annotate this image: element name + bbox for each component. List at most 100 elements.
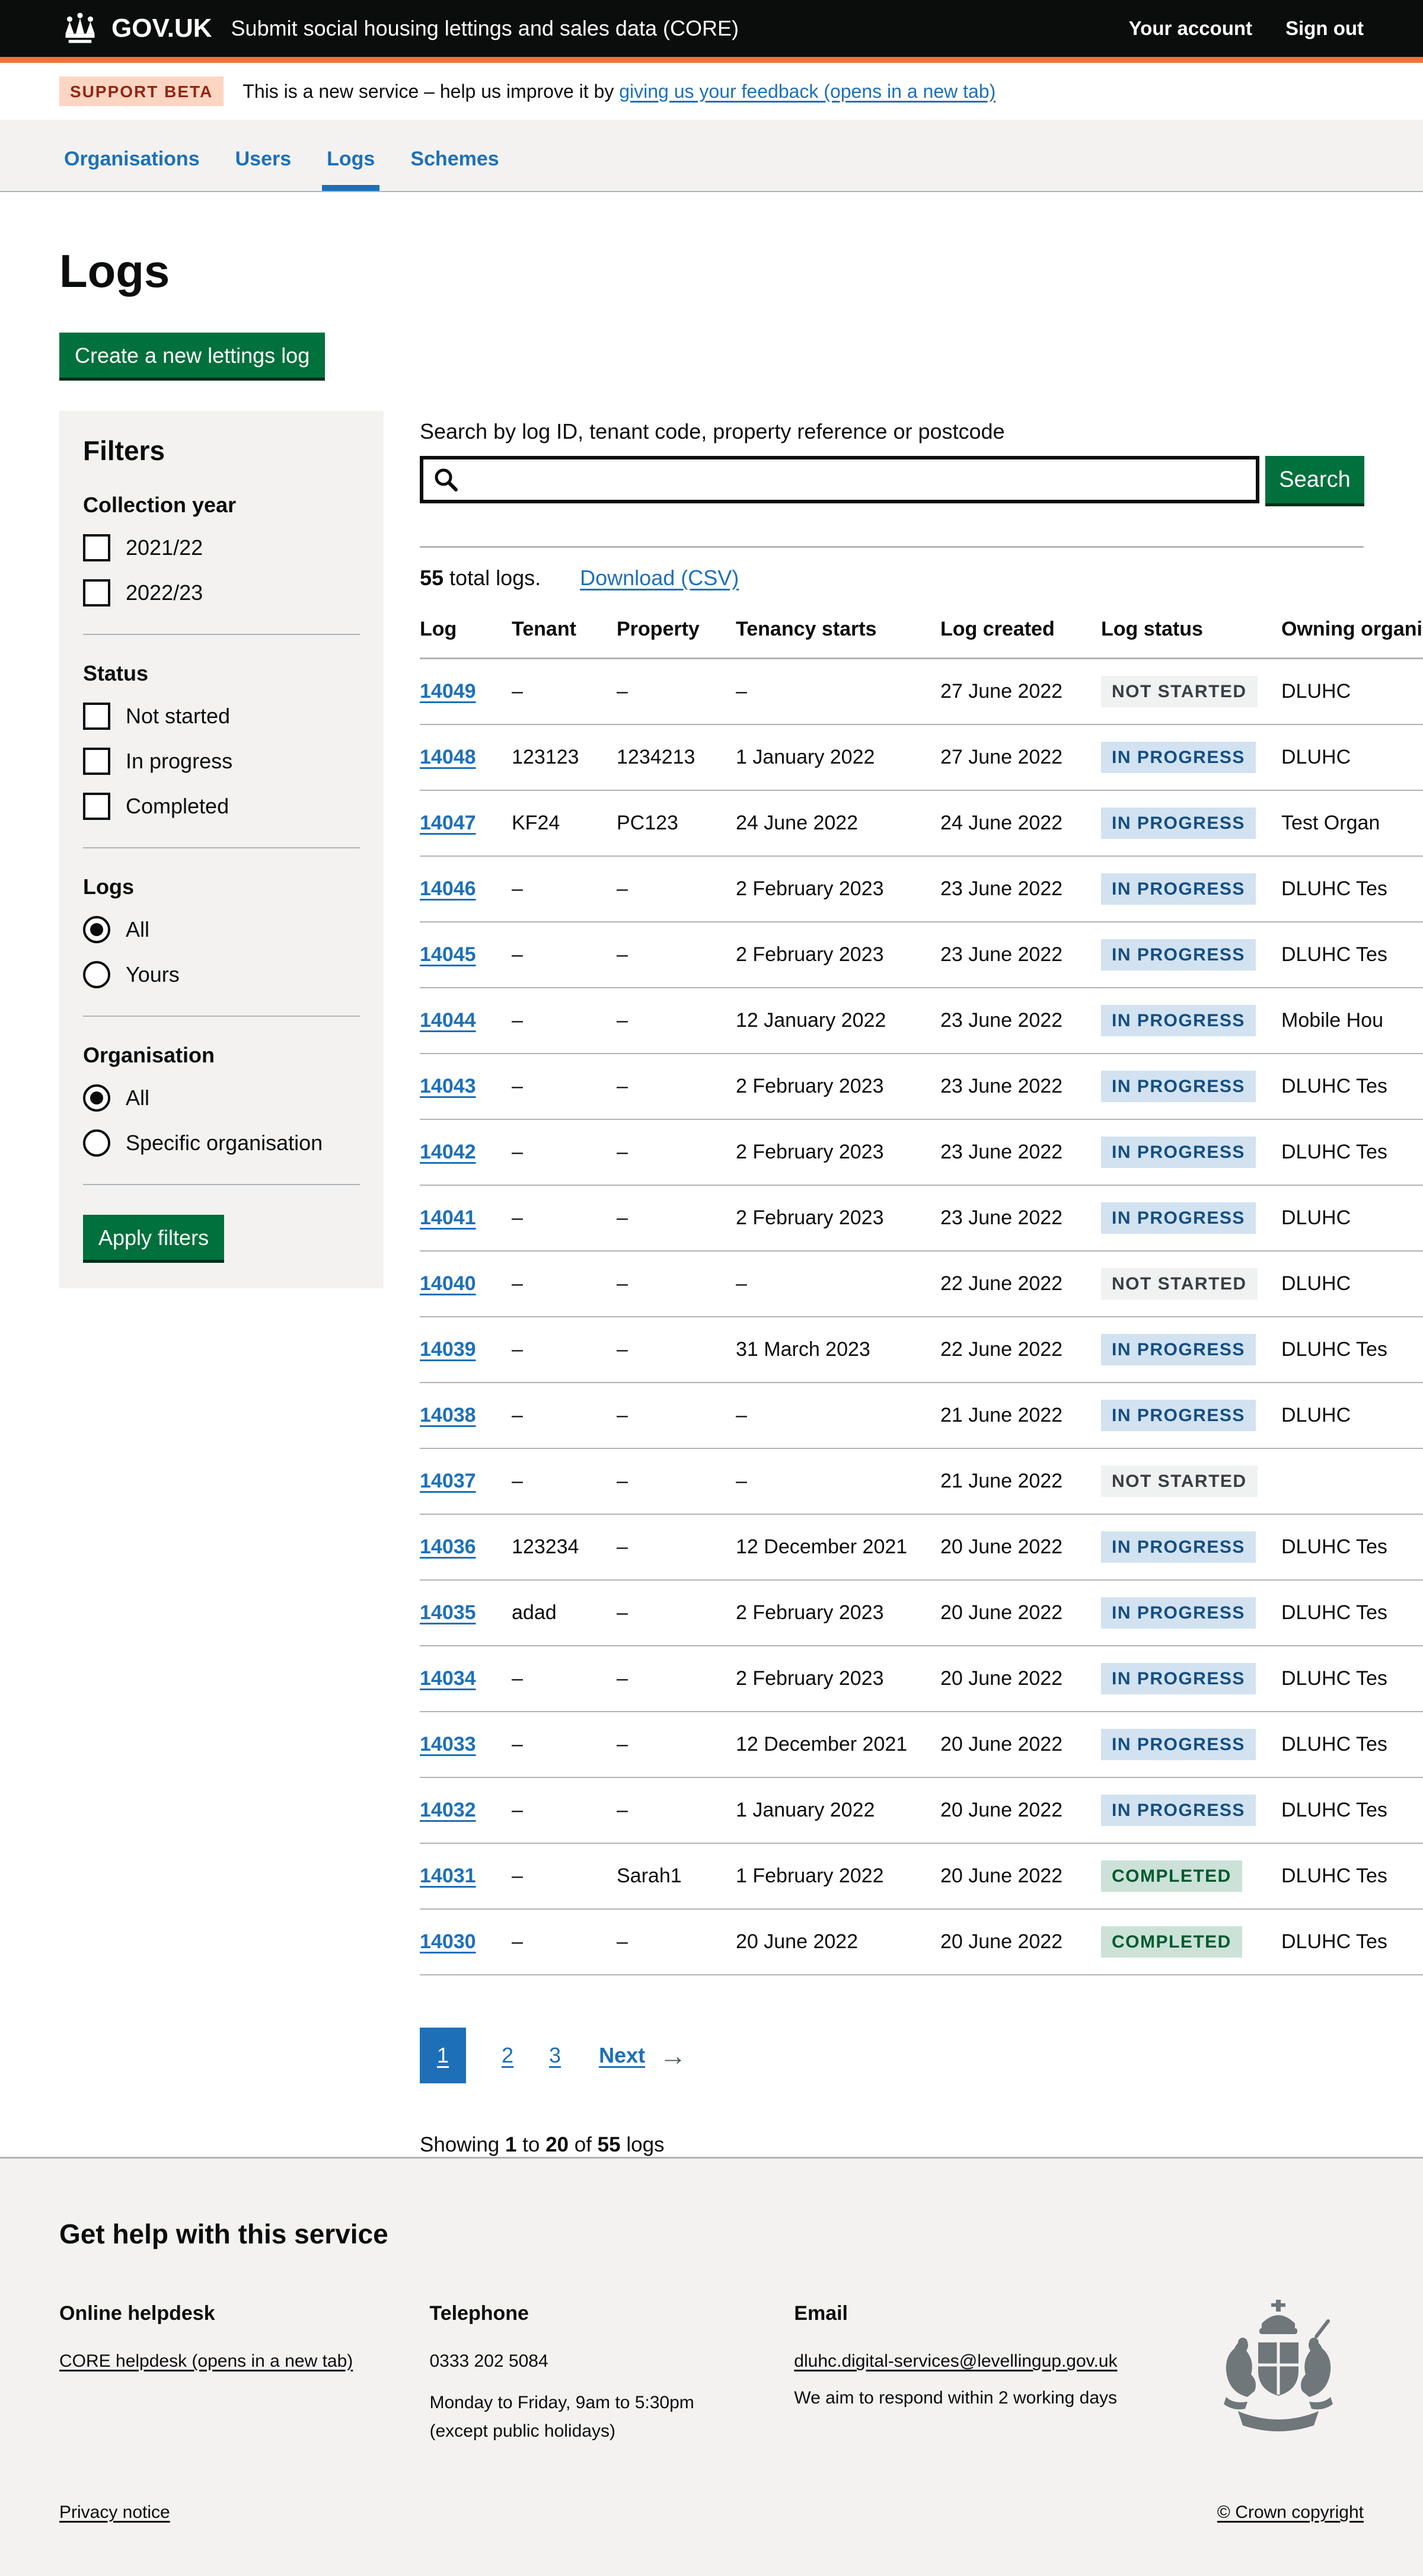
log-status-cell: IN PROGRESS [1101,1317,1281,1383]
table-row: 14032––1 January 202220 June 2022IN PROG… [420,1777,1423,1843]
logs-table: Log Tenant Property Tenancy starts Log c… [420,618,1423,1975]
pagination-page-2[interactable]: 2 [502,2043,513,2068]
email-link[interactable]: dluhc.digital-services@levellingup.gov.u… [794,2351,1117,2371]
your-account-link[interactable]: Your account [1129,17,1252,40]
log-id-link[interactable]: 14046 [420,877,476,900]
pagination-page-3[interactable]: 3 [549,2043,561,2068]
log-cell: 14043 [420,1054,512,1119]
search-button[interactable]: Search [1265,456,1364,503]
create-lettings-log-button[interactable]: Create a new lettings log [59,333,325,378]
property-cell: PC123 [617,790,736,856]
status-badge: IN PROGRESS [1101,1795,1256,1826]
filter-option-completed: Completed [83,793,360,820]
checkbox-not-started[interactable] [83,703,110,730]
status-badge: IN PROGRESS [1101,1531,1256,1563]
checkbox-label: Not started [126,704,230,729]
filter-heading-status: Status [83,661,360,686]
checkbox-2022-23[interactable] [83,579,110,607]
sign-out-link[interactable]: Sign out [1285,17,1364,40]
log-id-link[interactable]: 14043 [420,1075,476,1097]
log-created-cell: 24 June 2022 [940,790,1101,856]
log-id-link[interactable]: 14035 [420,1601,476,1624]
footer-heading: Get help with this service [59,2218,1364,2250]
filter-option-not-started: Not started [83,703,360,730]
support-beta-tag: SUPPORT BETA [59,76,224,106]
log-id-link[interactable]: 14048 [420,746,476,768]
radio-specific-organisation[interactable] [83,1129,110,1157]
tenant-cell: – [512,922,617,988]
checkbox-label: 2021/22 [126,535,203,560]
pagination-next-link[interactable]: Next [599,2043,645,2068]
core-helpdesk-link[interactable]: CORE helpdesk (opens in a new tab) [59,2351,353,2371]
radio-logs-yours[interactable] [83,961,110,988]
crown-copyright-link[interactable]: © Crown copyright [1217,2502,1364,2523]
radio-logs-all[interactable] [83,916,110,943]
tenancy-starts-cell: 2 February 2023 [736,1119,940,1185]
radio-organisation-all[interactable] [83,1084,110,1112]
search-input-container [420,456,1259,503]
owning-organisation-cell: DLUHC Tes [1281,922,1423,988]
nav-item-users[interactable]: Users [231,127,296,191]
log-id-link[interactable]: 14036 [420,1536,476,1558]
status-badge: IN PROGRESS [1101,1005,1256,1036]
nav-item-organisations[interactable]: Organisations [59,127,205,191]
log-id-link[interactable]: 14034 [420,1667,476,1690]
status-badge: IN PROGRESS [1101,742,1256,773]
log-created-cell: 23 June 2022 [940,1185,1101,1251]
log-id-link[interactable]: 14033 [420,1733,476,1755]
owning-organisation-cell: DLUHC Tes [1281,1777,1423,1843]
phase-banner-text-before: This is a new service – help us improve … [243,81,619,102]
log-created-cell: 23 June 2022 [940,988,1101,1054]
property-cell: – [617,1909,736,1975]
log-id-link[interactable]: 14049 [420,680,476,703]
footer-col-heading: Telephone [429,2297,794,2329]
checkbox-completed[interactable] [83,793,110,820]
log-id-link[interactable]: 14040 [420,1272,476,1295]
log-id-link[interactable]: 14039 [420,1338,476,1361]
tenancy-starts-cell: 2 February 2023 [736,1054,940,1119]
checkbox-in-progress[interactable] [83,748,110,775]
telephone-hours: Monday to Friday, 9am to 5:30pm [429,2389,794,2417]
nav-item-logs[interactable]: Logs [322,127,379,191]
filter-option-logs-yours: Yours [83,961,360,988]
col-header-tenancy-starts: Tenancy starts [736,618,940,659]
tenancy-starts-cell: 1 February 2022 [736,1843,940,1909]
govuk-logo[interactable]: GOV.UK [59,12,212,45]
feedback-link[interactable]: giving us your feedback (opens in a new … [619,81,996,102]
table-row: 14041––2 February 202323 June 2022IN PRO… [420,1185,1423,1251]
log-id-link[interactable]: 14032 [420,1799,476,1821]
service-name-link[interactable]: Submit social housing lettings and sales… [231,16,739,41]
checkbox-2021-22[interactable] [83,534,110,561]
property-cell: – [617,1777,736,1843]
privacy-notice-link[interactable]: Privacy notice [59,2502,170,2523]
log-cell: 14034 [420,1646,512,1712]
status-badge: IN PROGRESS [1101,807,1256,839]
search-input[interactable] [460,459,1256,500]
table-row: 14044––12 January 202223 June 2022IN PRO… [420,988,1423,1054]
nav-item-schemes[interactable]: Schemes [406,127,503,191]
log-id-link[interactable]: 14044 [420,1009,476,1032]
log-status-cell: COMPLETED [1101,1909,1281,1975]
log-status-cell: IN PROGRESS [1101,1712,1281,1777]
pagination-page-1-current[interactable]: 1 [420,2028,466,2083]
log-id-link[interactable]: 14042 [420,1141,476,1163]
property-cell: – [617,1580,736,1646]
tenancy-starts-cell: 12 December 2021 [736,1712,940,1777]
log-id-link[interactable]: 14041 [420,1206,476,1229]
apply-filters-button[interactable]: Apply filters [83,1215,224,1260]
tenancy-starts-cell: – [736,1448,940,1514]
log-cell: 14042 [420,1119,512,1185]
radio-label: Specific organisation [126,1131,323,1155]
crown-icon [59,12,101,45]
summary-text: logs [621,2133,665,2156]
tenant-cell: – [512,1251,617,1317]
log-id-link[interactable]: 14037 [420,1470,476,1492]
log-id-link[interactable]: 14031 [420,1865,476,1887]
log-id-link[interactable]: 14038 [420,1404,476,1426]
log-id-link[interactable]: 14030 [420,1930,476,1953]
download-csv-link[interactable]: Download (CSV) [580,566,739,590]
tenancy-starts-cell: 2 February 2023 [736,1185,940,1251]
table-row: 1404812312312342131 January 202227 June … [420,724,1423,790]
log-id-link[interactable]: 14047 [420,812,476,834]
log-id-link[interactable]: 14045 [420,943,476,966]
